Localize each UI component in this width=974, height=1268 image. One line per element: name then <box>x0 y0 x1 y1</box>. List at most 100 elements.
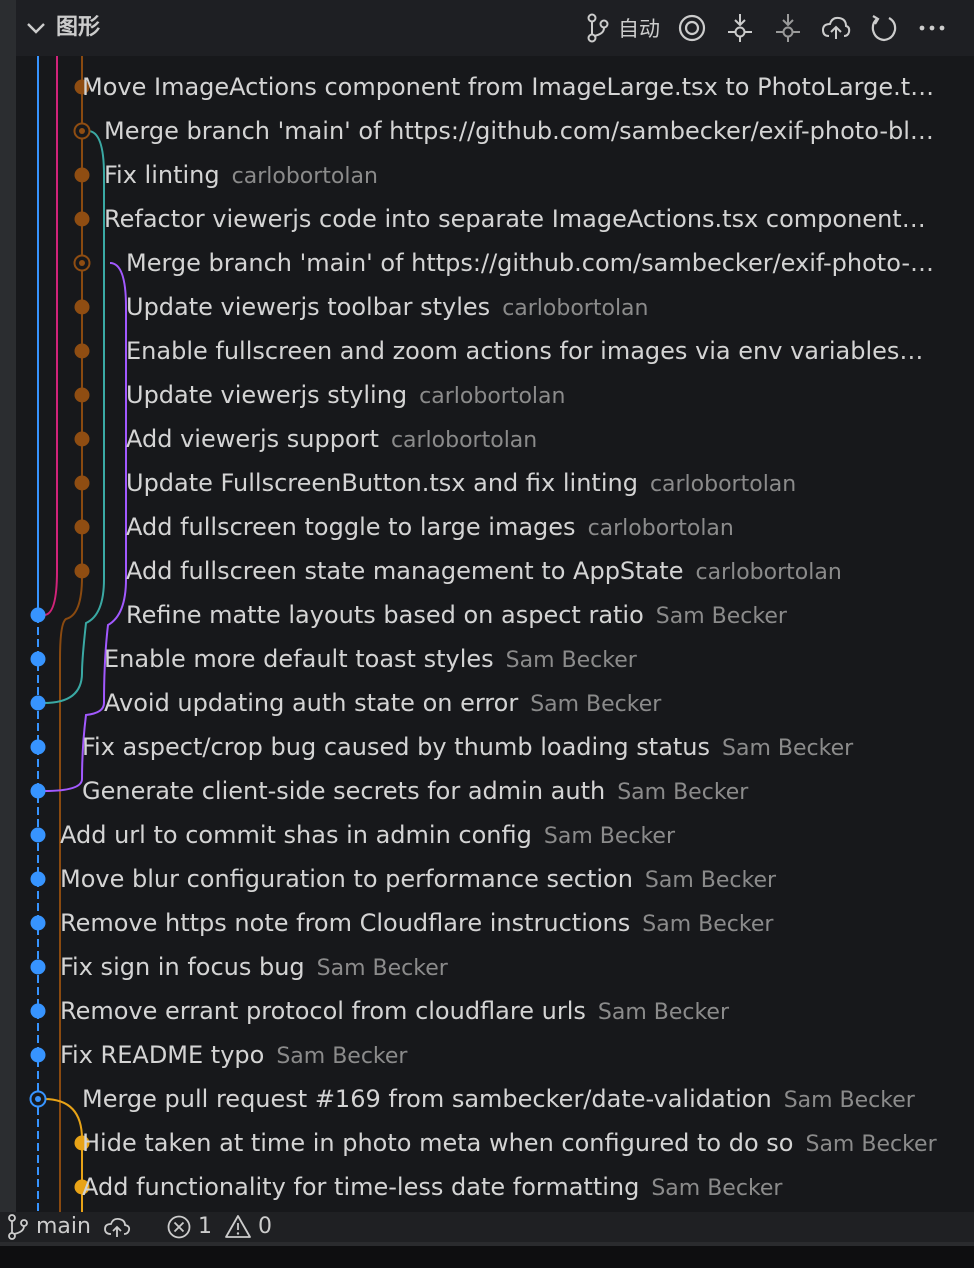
commit-row[interactable]: Remove errant protocol from cloudflare u… <box>60 991 940 1031</box>
commit-row[interactable]: Remove https note from Cloudflare instru… <box>60 903 940 943</box>
commit-row[interactable]: Move ImageActions component from ImageLa… <box>82 67 940 107</box>
warning-count: 0 <box>258 1214 272 1239</box>
commit-node[interactable] <box>74 431 90 447</box>
commit-author: Sam Becker <box>644 868 777 893</box>
cloud-upload-icon[interactable] <box>820 12 852 44</box>
commit-message: Add fullscreen state management to AppSt… <box>126 557 684 585</box>
commit-row[interactable]: Update viewerjs toolbar styles carloborto… <box>126 287 940 327</box>
commit-node[interactable] <box>30 915 46 931</box>
commit-message: Update viewerjs toolbar styles <box>126 293 491 321</box>
commit-message: Add functionality for time-less date for… <box>82 1173 640 1201</box>
panel-title: 图形 <box>56 15 101 40</box>
commit-node[interactable] <box>74 387 90 403</box>
commit-row[interactable]: Fix sign in focus bug Sam Becker <box>60 947 940 987</box>
commit-node[interactable] <box>30 959 46 975</box>
commit-row[interactable]: Move blur configuration to performance s… <box>60 859 940 899</box>
commit-row[interactable]: Fix linting carlobortolan <box>104 155 940 195</box>
cloud-upload-icon[interactable] <box>103 1214 133 1240</box>
commit-author: Sam Becker <box>530 692 662 717</box>
commit-node[interactable] <box>74 211 90 227</box>
commit-node[interactable] <box>30 783 46 799</box>
commit-node[interactable] <box>74 519 90 535</box>
commit-node[interactable] <box>30 651 46 667</box>
commit-author: carlobortolan <box>390 428 538 453</box>
commit-row[interactable]: Refine matte layouts based on aspect rat… <box>126 595 940 635</box>
merge-commit-dot <box>79 260 85 266</box>
refresh-icon[interactable] <box>868 12 900 44</box>
commit-message: Move blur configuration to performance s… <box>60 865 633 893</box>
commit-node[interactable] <box>30 1047 46 1063</box>
commit-row[interactable]: Hide taken at time in photo meta when co… <box>82 1123 940 1163</box>
chevron-down-icon[interactable] <box>24 14 48 42</box>
error-count: 1 <box>198 1214 212 1239</box>
commit-node[interactable] <box>30 827 46 843</box>
commit-message: Update viewerjs styling <box>126 381 408 409</box>
commit-message: Fix README typo <box>60 1041 265 1069</box>
commit-node[interactable] <box>74 167 90 183</box>
commit-row[interactable]: Add fullscreen toggle to large images car… <box>126 507 940 547</box>
commit-message: Update FullscreenButton.tsx and fix lint… <box>126 469 638 497</box>
commit-node[interactable] <box>30 1003 46 1019</box>
commit-message: Merge pull request #169 from sambecker/d… <box>82 1085 772 1113</box>
branch-icon <box>8 1214 28 1240</box>
commit-node[interactable] <box>30 739 46 755</box>
pull-icon[interactable] <box>772 12 804 44</box>
auto-label: 自动 <box>618 17 660 41</box>
commit-message: Merge branch 'main' of https://github.co… <box>126 249 940 277</box>
commit-row[interactable]: Update viewerjs styling carlobortolan <box>126 375 940 415</box>
commit-author: Sam Becker <box>655 604 787 629</box>
git-graph-panel: Disable fullscreen keyboard shortcut whe… <box>16 0 974 1212</box>
commit-row[interactable]: Add fullscreen state management to AppSt… <box>126 551 940 591</box>
bottom-edge <box>0 1242 974 1268</box>
branch-name: main <box>36 1214 91 1239</box>
commit-message: Move ImageActions component from ImageLa… <box>82 73 937 101</box>
problems-status[interactable]: 1 0 <box>166 1212 272 1242</box>
warning-icon <box>225 1215 251 1238</box>
commit-row[interactable]: Add functionality for time-less date for… <box>82 1167 940 1207</box>
commit-message: Refactor viewerjs code into separate Ima… <box>104 205 902 233</box>
commit-node[interactable] <box>30 871 46 887</box>
divider <box>0 1242 974 1246</box>
commit-row[interactable]: Merge pull request #169 from sambecker/d… <box>82 1079 940 1119</box>
branch-line <box>43 130 105 704</box>
auto-filter-button[interactable]: 自动 <box>584 12 660 44</box>
commit-row[interactable]: Fix aspect/crop bug caused by thumb load… <box>82 727 940 767</box>
commit-author: carlobortolan <box>502 296 649 321</box>
commit-author: carlobortolan <box>587 516 734 541</box>
commit-message: Enable more default toast styles <box>104 645 494 673</box>
commit-row[interactable]: Update FullscreenButton.tsx and fix lint… <box>126 463 940 503</box>
commit-row[interactable]: Enable fullscreen and zoom actions for i… <box>126 331 940 371</box>
commit-node[interactable] <box>30 607 46 623</box>
commit-row[interactable]: Refactor viewerjs code into separate Ima… <box>104 199 940 239</box>
more-actions-icon[interactable] <box>916 12 948 44</box>
commit-node[interactable] <box>30 695 46 711</box>
commit-row[interactable]: Fix README typo Sam Becker <box>60 1035 940 1075</box>
commit-node[interactable] <box>74 299 90 315</box>
commit-node[interactable] <box>74 563 90 579</box>
commit-author: Sam Becker <box>505 648 637 673</box>
commit-row[interactable]: Enable more default toast styles Sam Beck… <box>104 639 940 679</box>
commit-author: carlobortolan <box>419 384 566 409</box>
branch-status[interactable]: main <box>6 1212 133 1242</box>
commit-row[interactable]: Generate client-side secrets for admin a… <box>82 771 940 811</box>
fetch-icon[interactable] <box>724 12 756 44</box>
commit-author: Sam Becker <box>722 736 854 761</box>
commit-message: Enable fullscreen and zoom actions for i… <box>126 337 900 365</box>
branch-icon <box>587 13 609 43</box>
merge-commit-dot <box>35 1096 41 1102</box>
commit-author: Sam Becker <box>276 1044 408 1069</box>
commit-row[interactable]: Add viewerjs support carlobortolan <box>126 419 940 459</box>
commit-message: Merge branch 'main' of https://github.co… <box>104 117 940 145</box>
commit-author: Sam Becker <box>543 824 676 849</box>
merge-commit-dot <box>79 128 85 134</box>
commit-author: Sam Becker <box>597 1000 730 1025</box>
commit-row[interactable]: Avoid updating auth state on error Sam Be… <box>104 683 940 723</box>
commit-row[interactable]: Merge branch 'main' of https://github.co… <box>104 111 940 151</box>
commit-node[interactable] <box>74 475 90 491</box>
commit-author: carlobortolan <box>695 560 842 585</box>
commit-node[interactable] <box>74 343 90 359</box>
commit-message: Remove https note from Cloudflare instru… <box>60 909 631 937</box>
commit-row[interactable]: Merge branch 'main' of https://github.co… <box>126 243 940 283</box>
target-icon[interactable] <box>676 12 708 44</box>
commit-row[interactable]: Add url to commit shas in admin config Sa… <box>60 815 940 855</box>
